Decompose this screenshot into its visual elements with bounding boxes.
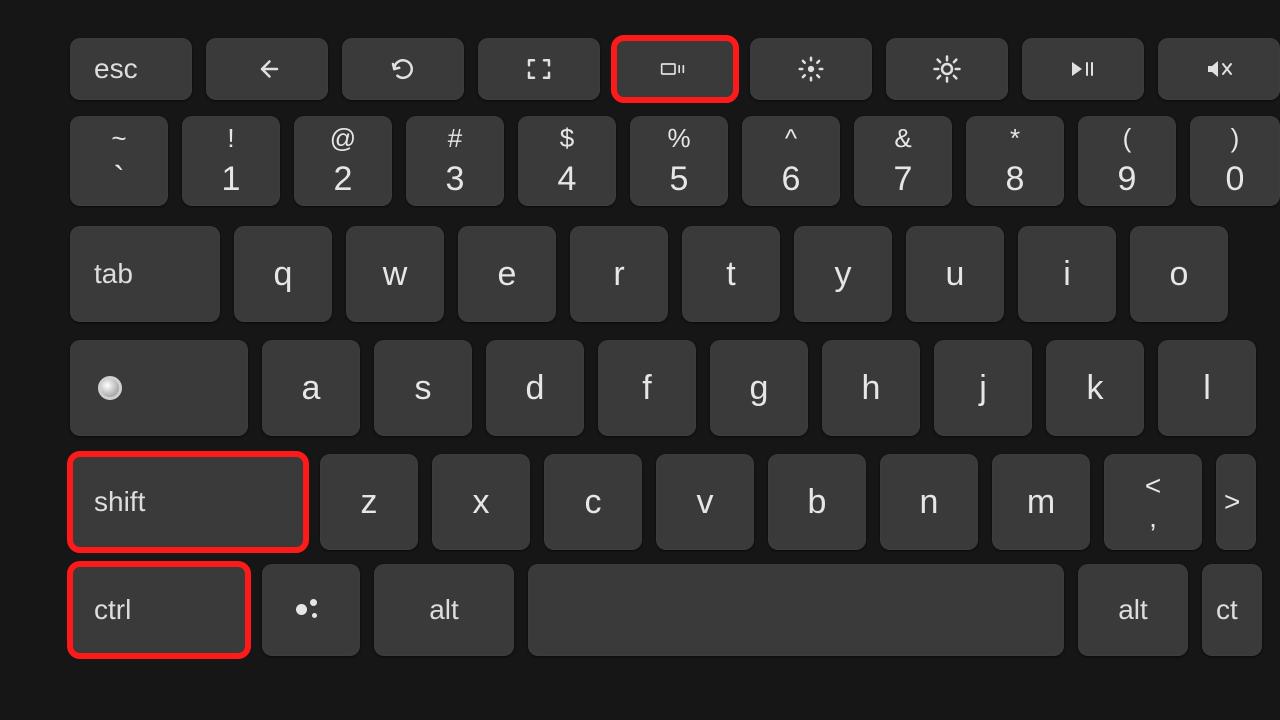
key-q[interactable]: q — [234, 226, 332, 322]
alt-right-label: alt — [1118, 594, 1148, 626]
key-r[interactable]: r — [570, 226, 668, 322]
key-d[interactable]: d — [486, 340, 584, 436]
key-brightness-down[interactable] — [750, 38, 872, 100]
brightness-up-icon — [932, 54, 962, 84]
key-4[interactable]: $4 — [518, 116, 616, 206]
key-fullscreen[interactable] — [478, 38, 600, 100]
ctrl-label: ctrl — [94, 594, 131, 626]
key-refresh[interactable] — [342, 38, 464, 100]
key-0[interactable]: )0 — [1190, 116, 1280, 206]
esc-label: esc — [94, 53, 138, 85]
number-row: ~` !1 @2 #3 $4 %5 ^6 &7 *8 (9 )0 — [70, 116, 1280, 206]
key-alt-left[interactable]: alt — [374, 564, 514, 656]
key-shift-left[interactable]: shift — [70, 454, 306, 550]
key-backtick[interactable]: ~` — [70, 116, 168, 206]
key-n[interactable]: n — [880, 454, 978, 550]
key-search[interactable] — [70, 340, 248, 436]
key-v[interactable]: v — [656, 454, 754, 550]
shift-row: shift z x c v b n m < , > — [70, 454, 1280, 550]
key-w[interactable]: w — [346, 226, 444, 322]
key-3[interactable]: #3 — [406, 116, 504, 206]
assistant-icon — [296, 599, 326, 621]
key-h[interactable]: h — [822, 340, 920, 436]
refresh-icon — [388, 54, 418, 84]
mute-icon — [1204, 54, 1234, 84]
fullscreen-icon — [524, 54, 554, 84]
key-f[interactable]: f — [598, 340, 696, 436]
control-row: ctrl alt alt ct — [70, 564, 1280, 656]
shift-label: shift — [94, 486, 145, 518]
key-j[interactable]: j — [934, 340, 1032, 436]
key-tab[interactable]: tab — [70, 226, 220, 322]
key-spacebar[interactable] — [528, 564, 1064, 656]
key-assistant[interactable] — [262, 564, 360, 656]
key-back[interactable] — [206, 38, 328, 100]
key-g[interactable]: g — [710, 340, 808, 436]
key-s[interactable]: s — [374, 340, 472, 436]
key-z[interactable]: z — [320, 454, 418, 550]
key-x[interactable]: x — [432, 454, 530, 550]
key-l[interactable]: l — [1158, 340, 1256, 436]
function-row: esc — [70, 38, 1280, 100]
home-row: a s d f g h j k l — [70, 340, 1280, 436]
search-circle-icon — [98, 376, 122, 400]
key-period[interactable]: > — [1216, 454, 1256, 550]
key-alt-right[interactable]: alt — [1078, 564, 1188, 656]
key-mute[interactable] — [1158, 38, 1280, 100]
alt-left-label: alt — [429, 594, 459, 626]
brightness-down-icon — [796, 54, 826, 84]
key-t[interactable]: t — [682, 226, 780, 322]
key-brightness-up[interactable] — [886, 38, 1008, 100]
key-m[interactable]: m — [992, 454, 1090, 550]
key-2[interactable]: @2 — [294, 116, 392, 206]
key-9[interactable]: (9 — [1078, 116, 1176, 206]
overview-icon — [660, 54, 690, 84]
key-play-pause[interactable] — [1022, 38, 1144, 100]
key-1[interactable]: !1 — [182, 116, 280, 206]
key-k[interactable]: k — [1046, 340, 1144, 436]
key-5[interactable]: %5 — [630, 116, 728, 206]
key-8[interactable]: *8 — [966, 116, 1064, 206]
key-y[interactable]: y — [794, 226, 892, 322]
play-pause-icon — [1068, 54, 1098, 84]
key-7[interactable]: &7 — [854, 116, 952, 206]
key-overview[interactable] — [614, 38, 736, 100]
back-arrow-icon — [252, 54, 282, 84]
key-esc[interactable]: esc — [70, 38, 192, 100]
key-b[interactable]: b — [768, 454, 866, 550]
key-u[interactable]: u — [906, 226, 1004, 322]
key-6[interactable]: ^6 — [742, 116, 840, 206]
qwerty-row: tab q w e r t y u i o — [70, 226, 1280, 322]
key-ctrl-right[interactable]: ct — [1202, 564, 1262, 656]
key-e[interactable]: e — [458, 226, 556, 322]
chromebook-keyboard: esc — [70, 38, 1280, 670]
tab-label: tab — [94, 258, 133, 290]
key-c[interactable]: c — [544, 454, 642, 550]
ctrl-right-label: ct — [1216, 594, 1238, 626]
key-comma[interactable]: < , — [1104, 454, 1202, 550]
key-o[interactable]: o — [1130, 226, 1228, 322]
key-i[interactable]: i — [1018, 226, 1116, 322]
key-ctrl-left[interactable]: ctrl — [70, 564, 248, 656]
key-a[interactable]: a — [262, 340, 360, 436]
